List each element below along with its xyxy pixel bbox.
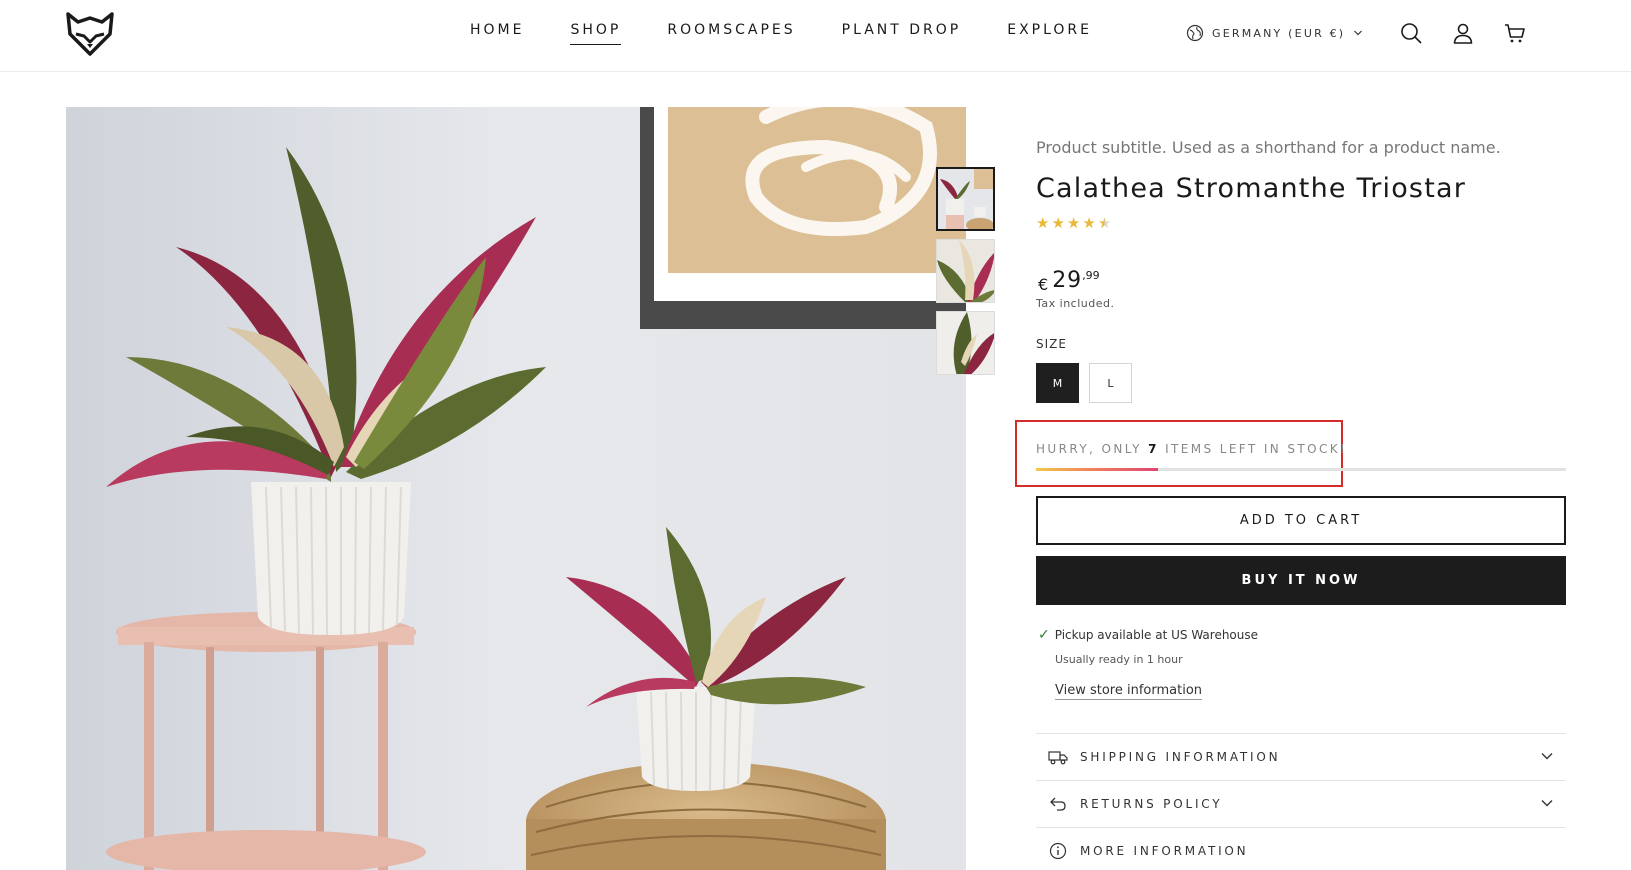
product-price: € 29 ,99 — [1038, 268, 1100, 294]
price-currency: € — [1038, 275, 1049, 294]
price-cents: ,99 — [1082, 269, 1100, 282]
size-options: M L — [1036, 363, 1132, 403]
thumbnail-image — [937, 240, 994, 302]
rating-stars: ★ ★ ★ ★ ★ — [1036, 216, 1566, 231]
pickup-availability: ✓ Pickup available at US Warehouse — [1038, 627, 1258, 643]
size-label: SIZE — [1036, 337, 1067, 351]
nav-roomscapes[interactable]: ROOMSCAPES — [667, 22, 795, 45]
star-icon: ★ — [1066, 214, 1081, 232]
locale-selector[interactable]: GERMANY (EUR €) — [1186, 24, 1363, 42]
thumbnail-2[interactable] — [936, 239, 995, 303]
accordion-more-info[interactable]: MORE INFORMATION — [1036, 827, 1566, 870]
stock-count: 7 — [1148, 442, 1159, 456]
nav-plant-drop[interactable]: PLANT DROP — [842, 22, 962, 45]
pickup-text: Pickup available at US Warehouse — [1054, 628, 1259, 642]
check-icon: ✓ — [1038, 627, 1050, 643]
globe-icon — [1186, 24, 1204, 42]
product-main-image[interactable] — [66, 107, 966, 870]
product-accordion: SHIPPING INFORMATION RETURNS POLICY MORE… — [1036, 733, 1566, 870]
info-icon — [1048, 841, 1068, 861]
nav-shop[interactable]: SHOP — [570, 22, 622, 45]
cart-icon[interactable] — [1503, 21, 1527, 45]
product-title: Calathea Stromanthe Triostar — [1036, 173, 1467, 204]
main-nav: HOME SHOP ROOMSCAPES PLANT DROP EXPLORE — [470, 22, 1092, 45]
truck-icon — [1048, 747, 1068, 767]
accordion-label: SHIPPING INFORMATION — [1080, 750, 1281, 764]
star-icon: ★ — [1051, 214, 1065, 232]
nav-explore[interactable]: EXPLORE — [1007, 22, 1092, 45]
size-option-m[interactable]: M — [1036, 363, 1079, 403]
search-icon[interactable] — [1399, 21, 1423, 45]
add-to-cart-button[interactable]: ADD TO CART — [1036, 496, 1566, 545]
return-arrow-icon — [1048, 794, 1068, 814]
thumbnail-3[interactable] — [936, 311, 995, 375]
locale-label: GERMANY (EUR €) — [1212, 26, 1346, 40]
star-icon: ★ — [1082, 214, 1096, 232]
fox-logo-icon[interactable] — [64, 10, 116, 58]
stock-warning: HURRY, ONLY 7 ITEMS LEFT IN STOCK! — [1036, 442, 1347, 456]
tax-note: Tax included. — [1036, 297, 1115, 310]
site-header: HOME SHOP ROOMSCAPES PLANT DROP EXPLORE … — [0, 0, 1631, 72]
star-icon: ★ — [1036, 214, 1050, 232]
stock-progress-fill — [1036, 468, 1158, 471]
chevron-down-icon — [1541, 800, 1553, 807]
price-main: 29 — [1052, 268, 1083, 293]
thumbnail-image — [938, 169, 993, 229]
nav-home[interactable]: HOME — [470, 22, 524, 45]
chevron-down-icon — [1354, 30, 1363, 36]
chevron-down-icon — [1541, 753, 1553, 760]
view-store-info-link[interactable]: View store information — [1055, 683, 1203, 700]
buy-it-now-button[interactable]: BUY IT NOW — [1036, 556, 1566, 605]
accordion-label: RETURNS POLICY — [1080, 797, 1223, 811]
account-icon[interactable] — [1451, 21, 1475, 45]
thumbnail-image — [937, 312, 994, 374]
accordion-label: MORE INFORMATION — [1080, 844, 1249, 858]
half-star-icon: ★ — [1097, 214, 1112, 232]
stock-suffix: ITEMS LEFT IN STOCK! — [1158, 442, 1348, 456]
product-subtitle: Product subtitle. Used as a shorthand fo… — [1036, 138, 1501, 157]
thumbnail-1[interactable] — [936, 167, 995, 231]
accordion-shipping[interactable]: SHIPPING INFORMATION — [1036, 733, 1566, 780]
thumbnail-strip — [936, 167, 995, 375]
product-photo — [66, 107, 966, 870]
accordion-returns[interactable]: RETURNS POLICY — [1036, 780, 1566, 827]
stock-progress-bar — [1036, 468, 1566, 471]
product-info: Product subtitle. Used as a shorthand fo… — [1036, 138, 1566, 231]
size-option-l[interactable]: L — [1089, 363, 1132, 403]
pickup-ready-time: Usually ready in 1 hour — [1055, 653, 1183, 666]
stock-prefix: HURRY, ONLY — [1036, 442, 1149, 456]
